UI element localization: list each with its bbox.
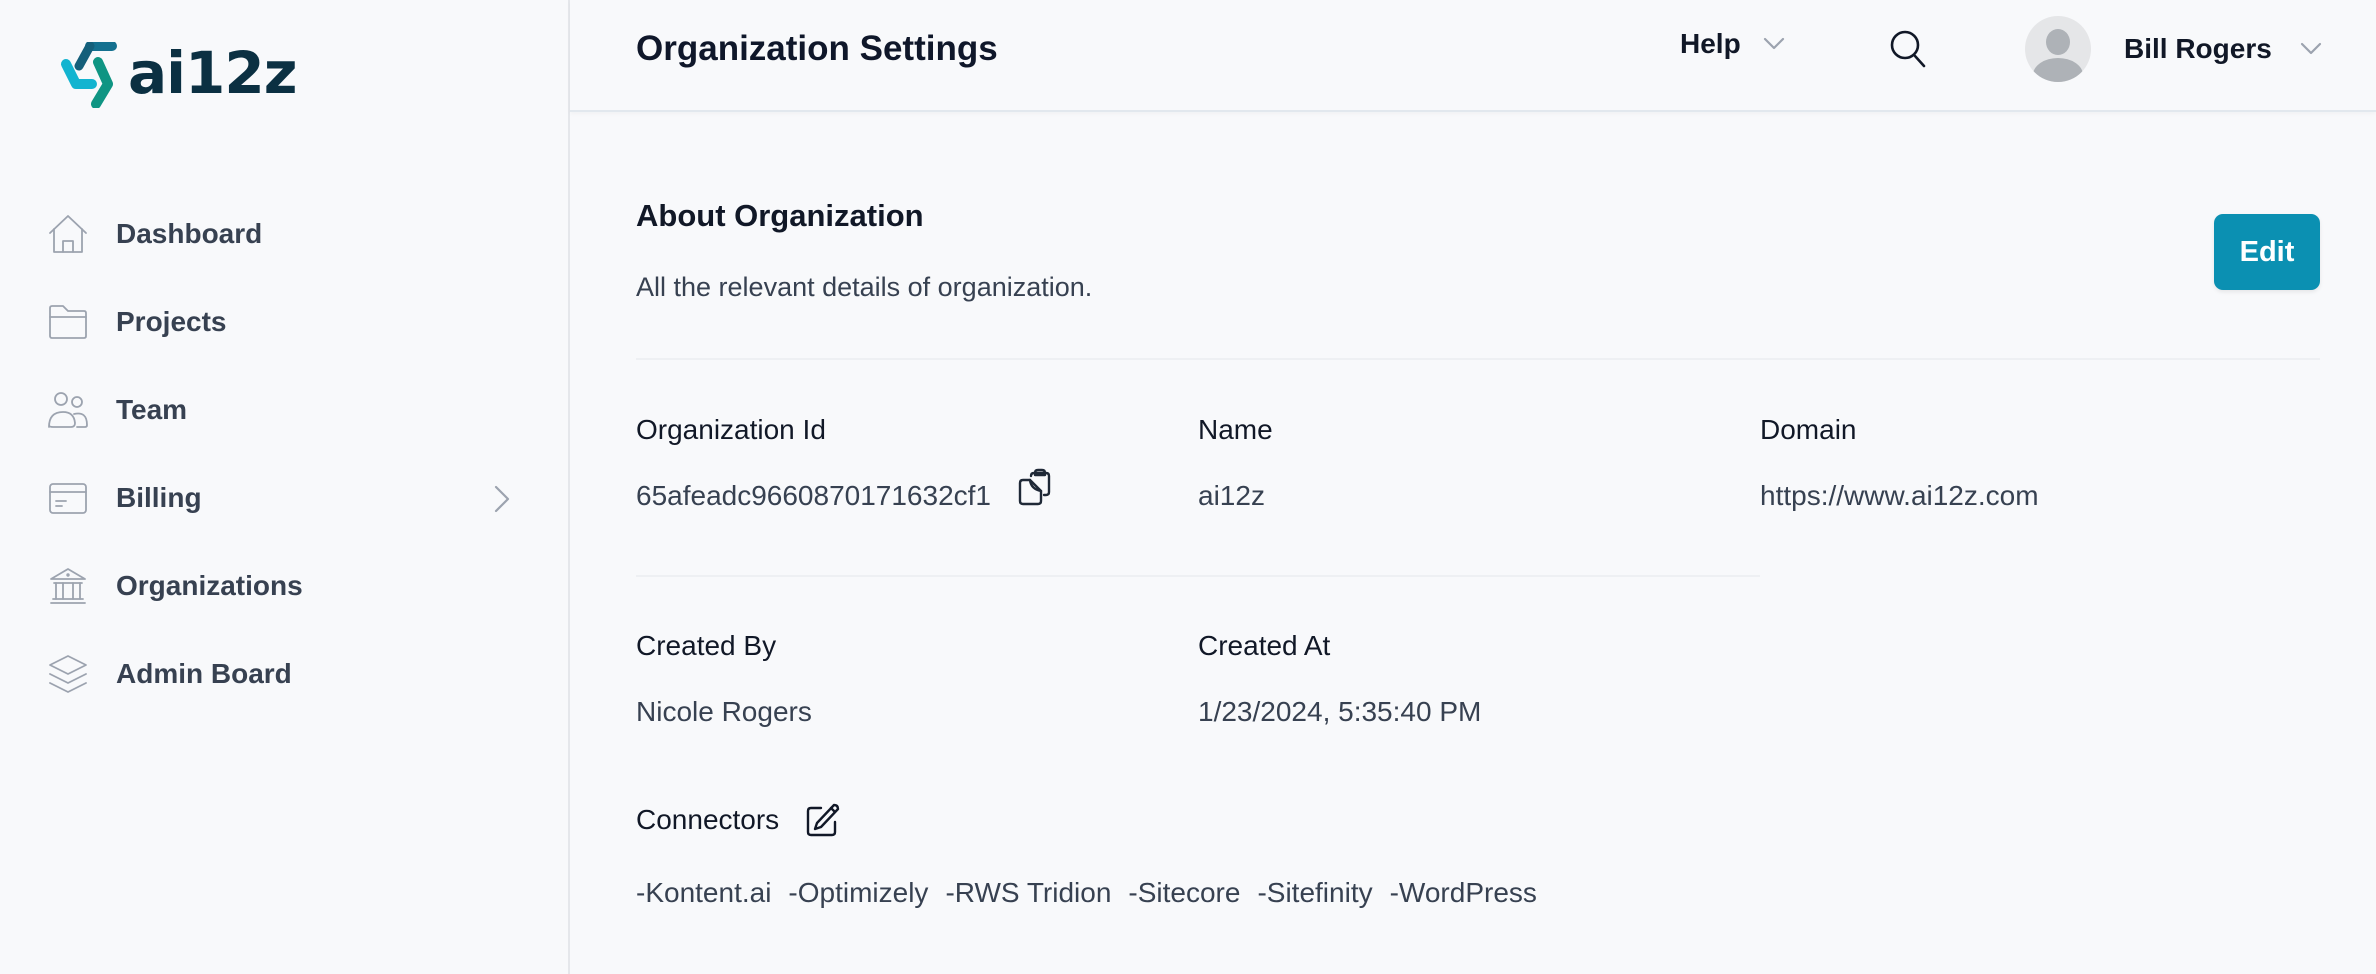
sidebar-item-label: Dashboard [116,218,263,249]
connector-item: -RWS Tridion [945,877,1112,908]
bank-icon [46,564,90,608]
chevron-down-icon [1763,37,1785,51]
section-description: All the relevant details of organization… [636,272,1093,302]
field-created-by: Created By Nicole Rogers [636,630,812,728]
help-menu-button[interactable]: Help [1680,28,1785,60]
connectors-label: Connectors [636,804,780,835]
chevron-right-icon[interactable] [488,484,514,514]
field-label: Name [1198,414,1273,445]
app-root: ai12z Dashboard Projects Team Billing Or… [0,0,2376,974]
sidebar-item-label: Organizations [116,570,303,601]
ai12z-logo-icon [61,42,117,108]
sidebar-item-team[interactable]: Team [0,366,568,454]
sidebar-item-label: Projects [116,306,227,337]
field-organization-id: Organization Id 65afeadc9660870171632cf1 [636,414,1051,512]
divider [636,575,1760,577]
field-name: Name ai12z [1198,414,1273,512]
sidebar-item-admin-board[interactable]: Admin Board [0,630,568,718]
field-label: Domain [1760,414,1857,445]
user-menu-button[interactable]: Bill Rogers [2025,16,2322,82]
logo[interactable]: ai12z [58,40,297,110]
connector-item: -Optimizely [788,877,929,908]
sidebar-item-billing[interactable]: Billing [0,454,568,542]
divider [636,358,2320,360]
connector-item: -Sitecore [1128,877,1241,908]
sidebar-item-label: Team [116,394,188,425]
connector-item: -WordPress [1389,877,1537,908]
home-icon [46,212,90,256]
field-value: 1/23/2024, 5:35:40 PM [1198,696,1482,727]
field-domain: Domain https://www.ai12z.com [1760,414,2039,512]
connectors-list: -Kontent.ai -Optimizely -RWS Tridion -Si… [636,877,1554,909]
section-title: About Organization [636,198,924,233]
search-icon [1890,30,1926,68]
top-header: Organization Settings Help Bill Rogers [570,0,2376,112]
avatar-body [2033,58,2083,82]
layers-icon [46,652,90,696]
field-label: Created At [1198,630,1331,661]
organization-id-value: 65afeadc9660870171632cf1 [636,480,992,511]
field-label: Created By [636,630,777,661]
sidebar-item-label: Admin Board [116,658,292,689]
page-title: Organization Settings [636,29,998,68]
edit-connectors-icon[interactable] [805,802,841,838]
field-value: https://www.ai12z.com [1760,480,2039,511]
search-button[interactable] [1888,28,1928,70]
avatar [2025,16,2091,82]
users-icon [46,388,90,432]
connectors-header: Connectors [636,802,841,838]
field-label: Organization Id [636,414,826,445]
copy-icon[interactable] [1017,468,1051,506]
user-name: Bill Rogers [2124,33,2272,64]
help-label: Help [1680,28,1741,59]
credit-card-icon [46,476,90,520]
chevron-down-icon [2300,42,2322,56]
edit-button[interactable]: Edit [2214,214,2320,290]
sidebar-item-projects[interactable]: Projects [0,278,568,366]
field-created-at: Created At 1/23/2024, 5:35:40 PM [1198,630,1481,728]
sidebar-nav: Dashboard Projects Team Billing Organiza… [0,190,568,718]
sidebar-item-dashboard[interactable]: Dashboard [0,190,568,278]
field-value: 65afeadc9660870171632cf1 [636,468,1051,512]
avatar-head [2046,29,2070,55]
sidebar-item-organizations[interactable]: Organizations [0,542,568,630]
folder-icon [46,300,90,344]
sidebar: ai12z Dashboard Projects Team Billing Or… [0,0,570,974]
connector-item: -Kontent.ai [636,877,772,908]
logo-wordmark: ai12z [128,39,297,107]
connector-item: -Sitefinity [1257,877,1373,908]
sidebar-item-label: Billing [116,482,202,513]
field-value: ai12z [1198,480,1265,511]
field-value: Nicole Rogers [636,696,812,727]
